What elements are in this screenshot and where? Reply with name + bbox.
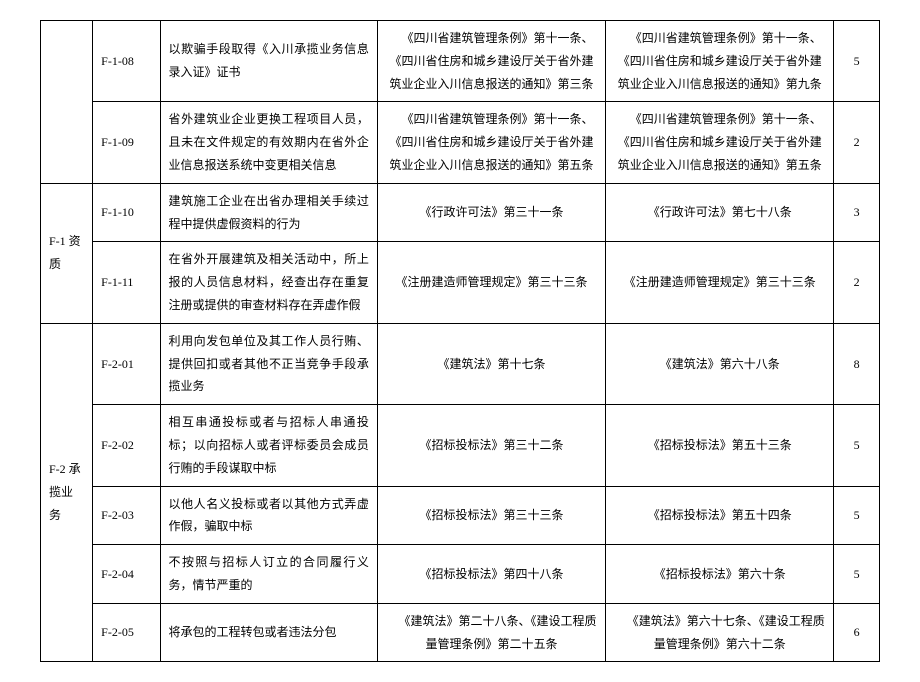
score-cell: 5 <box>834 545 880 604</box>
law1-cell: 《招标投标法》第三十二条 <box>377 405 605 486</box>
table-row: F-2 承揽业务 F-2-01 利用向发包单位及其工作人员行贿、提供回扣或者其他… <box>41 323 880 404</box>
law1-cell: 《招标投标法》第四十八条 <box>377 545 605 604</box>
law1-cell: 《行政许可法》第三十一条 <box>377 183 605 242</box>
code-cell: F-2-01 <box>93 323 160 404</box>
behavior-cell: 以他人名义投标或者以其他方式弄虚作假，骗取中标 <box>160 486 377 545</box>
law2-cell: 《建筑法》第六十八条 <box>606 323 834 404</box>
score-cell: 5 <box>834 21 880 102</box>
behavior-cell: 建筑施工企业在出省办理相关手续过程中提供虚假资料的行为 <box>160 183 377 242</box>
law2-cell: 《行政许可法》第七十八条 <box>606 183 834 242</box>
code-cell: F-2-04 <box>93 545 160 604</box>
behavior-cell: 将承包的工程转包或者违法分包 <box>160 603 377 662</box>
law2-cell: 《招标投标法》第五十四条 <box>606 486 834 545</box>
table-row: F-2-03 以他人名义投标或者以其他方式弄虚作假，骗取中标 《招标投标法》第三… <box>41 486 880 545</box>
code-cell: F-1-08 <box>93 21 160 102</box>
score-cell: 2 <box>834 242 880 323</box>
law2-cell: 《建筑法》第六十七条、《建设工程质量管理条例》第六十二条 <box>606 603 834 662</box>
table-row: F-1-08 以欺骗手段取得《入川承揽业务信息录入证》证书 《四川省建筑管理条例… <box>41 21 880 102</box>
law2-cell: 《招标投标法》第五十三条 <box>606 405 834 486</box>
code-cell: F-2-05 <box>93 603 160 662</box>
table-row: F-2-02 相互串通投标或者与招标人串通投标；以向招标人或者评标委员会成员行贿… <box>41 405 880 486</box>
code-cell: F-1-10 <box>93 183 160 242</box>
table-row: F-2-05 将承包的工程转包或者违法分包 《建筑法》第二十八条、《建设工程质量… <box>41 603 880 662</box>
table-row: F-1-09 省外建筑业企业更换工程项目人员，且未在文件规定的有效期内在省外企业… <box>41 102 880 183</box>
law1-cell: 《招标投标法》第三十三条 <box>377 486 605 545</box>
law1-cell: 《注册建造师管理规定》第三十三条 <box>377 242 605 323</box>
score-cell: 2 <box>834 102 880 183</box>
code-cell: F-1-09 <box>93 102 160 183</box>
score-cell: 5 <box>834 405 880 486</box>
law1-cell: 《建筑法》第十七条 <box>377 323 605 404</box>
behavior-cell: 以欺骗手段取得《入川承揽业务信息录入证》证书 <box>160 21 377 102</box>
score-cell: 6 <box>834 603 880 662</box>
table-row: F-1-11 在省外开展建筑及相关活动中，所上报的人员信息材料，经查出存在重复注… <box>41 242 880 323</box>
score-cell: 8 <box>834 323 880 404</box>
law2-cell: 《四川省建筑管理条例》第十一条、《四川省住房和城乡建设厅关于省外建筑业企业入川信… <box>606 21 834 102</box>
code-cell: F-2-03 <box>93 486 160 545</box>
law1-cell: 《四川省建筑管理条例》第十一条、《四川省住房和城乡建设厅关于省外建筑业企业入川信… <box>377 21 605 102</box>
law2-cell: 《注册建造师管理规定》第三十三条 <box>606 242 834 323</box>
score-cell: 5 <box>834 486 880 545</box>
behavior-cell: 利用向发包单位及其工作人员行贿、提供回扣或者其他不正当竞争手段承揽业务 <box>160 323 377 404</box>
code-cell: F-1-11 <box>93 242 160 323</box>
behavior-cell: 省外建筑业企业更换工程项目人员，且未在文件规定的有效期内在省外企业信息报送系统中… <box>160 102 377 183</box>
score-cell: 3 <box>834 183 880 242</box>
behavior-cell: 在省外开展建筑及相关活动中，所上报的人员信息材料，经查出存在重复注册或提供的审查… <box>160 242 377 323</box>
regulation-table: F-1-08 以欺骗手段取得《入川承揽业务信息录入证》证书 《四川省建筑管理条例… <box>40 20 880 662</box>
law1-cell: 《四川省建筑管理条例》第十一条、《四川省住房和城乡建设厅关于省外建筑业企业入川信… <box>377 102 605 183</box>
category-cell: F-2 承揽业务 <box>41 323 93 662</box>
behavior-cell: 相互串通投标或者与招标人串通投标；以向招标人或者评标委员会成员行贿的手段谋取中标 <box>160 405 377 486</box>
law1-cell: 《建筑法》第二十八条、《建设工程质量管理条例》第二十五条 <box>377 603 605 662</box>
law2-cell: 《招标投标法》第六十条 <box>606 545 834 604</box>
table-row: F-1 资质 F-1-10 建筑施工企业在出省办理相关手续过程中提供虚假资料的行… <box>41 183 880 242</box>
category-cell <box>41 21 93 184</box>
behavior-cell: 不按照与招标人订立的合同履行义务，情节严重的 <box>160 545 377 604</box>
category-cell: F-1 资质 <box>41 183 93 323</box>
table-row: F-2-04 不按照与招标人订立的合同履行义务，情节严重的 《招标投标法》第四十… <box>41 545 880 604</box>
code-cell: F-2-02 <box>93 405 160 486</box>
law2-cell: 《四川省建筑管理条例》第十一条、《四川省住房和城乡建设厅关于省外建筑业企业入川信… <box>606 102 834 183</box>
